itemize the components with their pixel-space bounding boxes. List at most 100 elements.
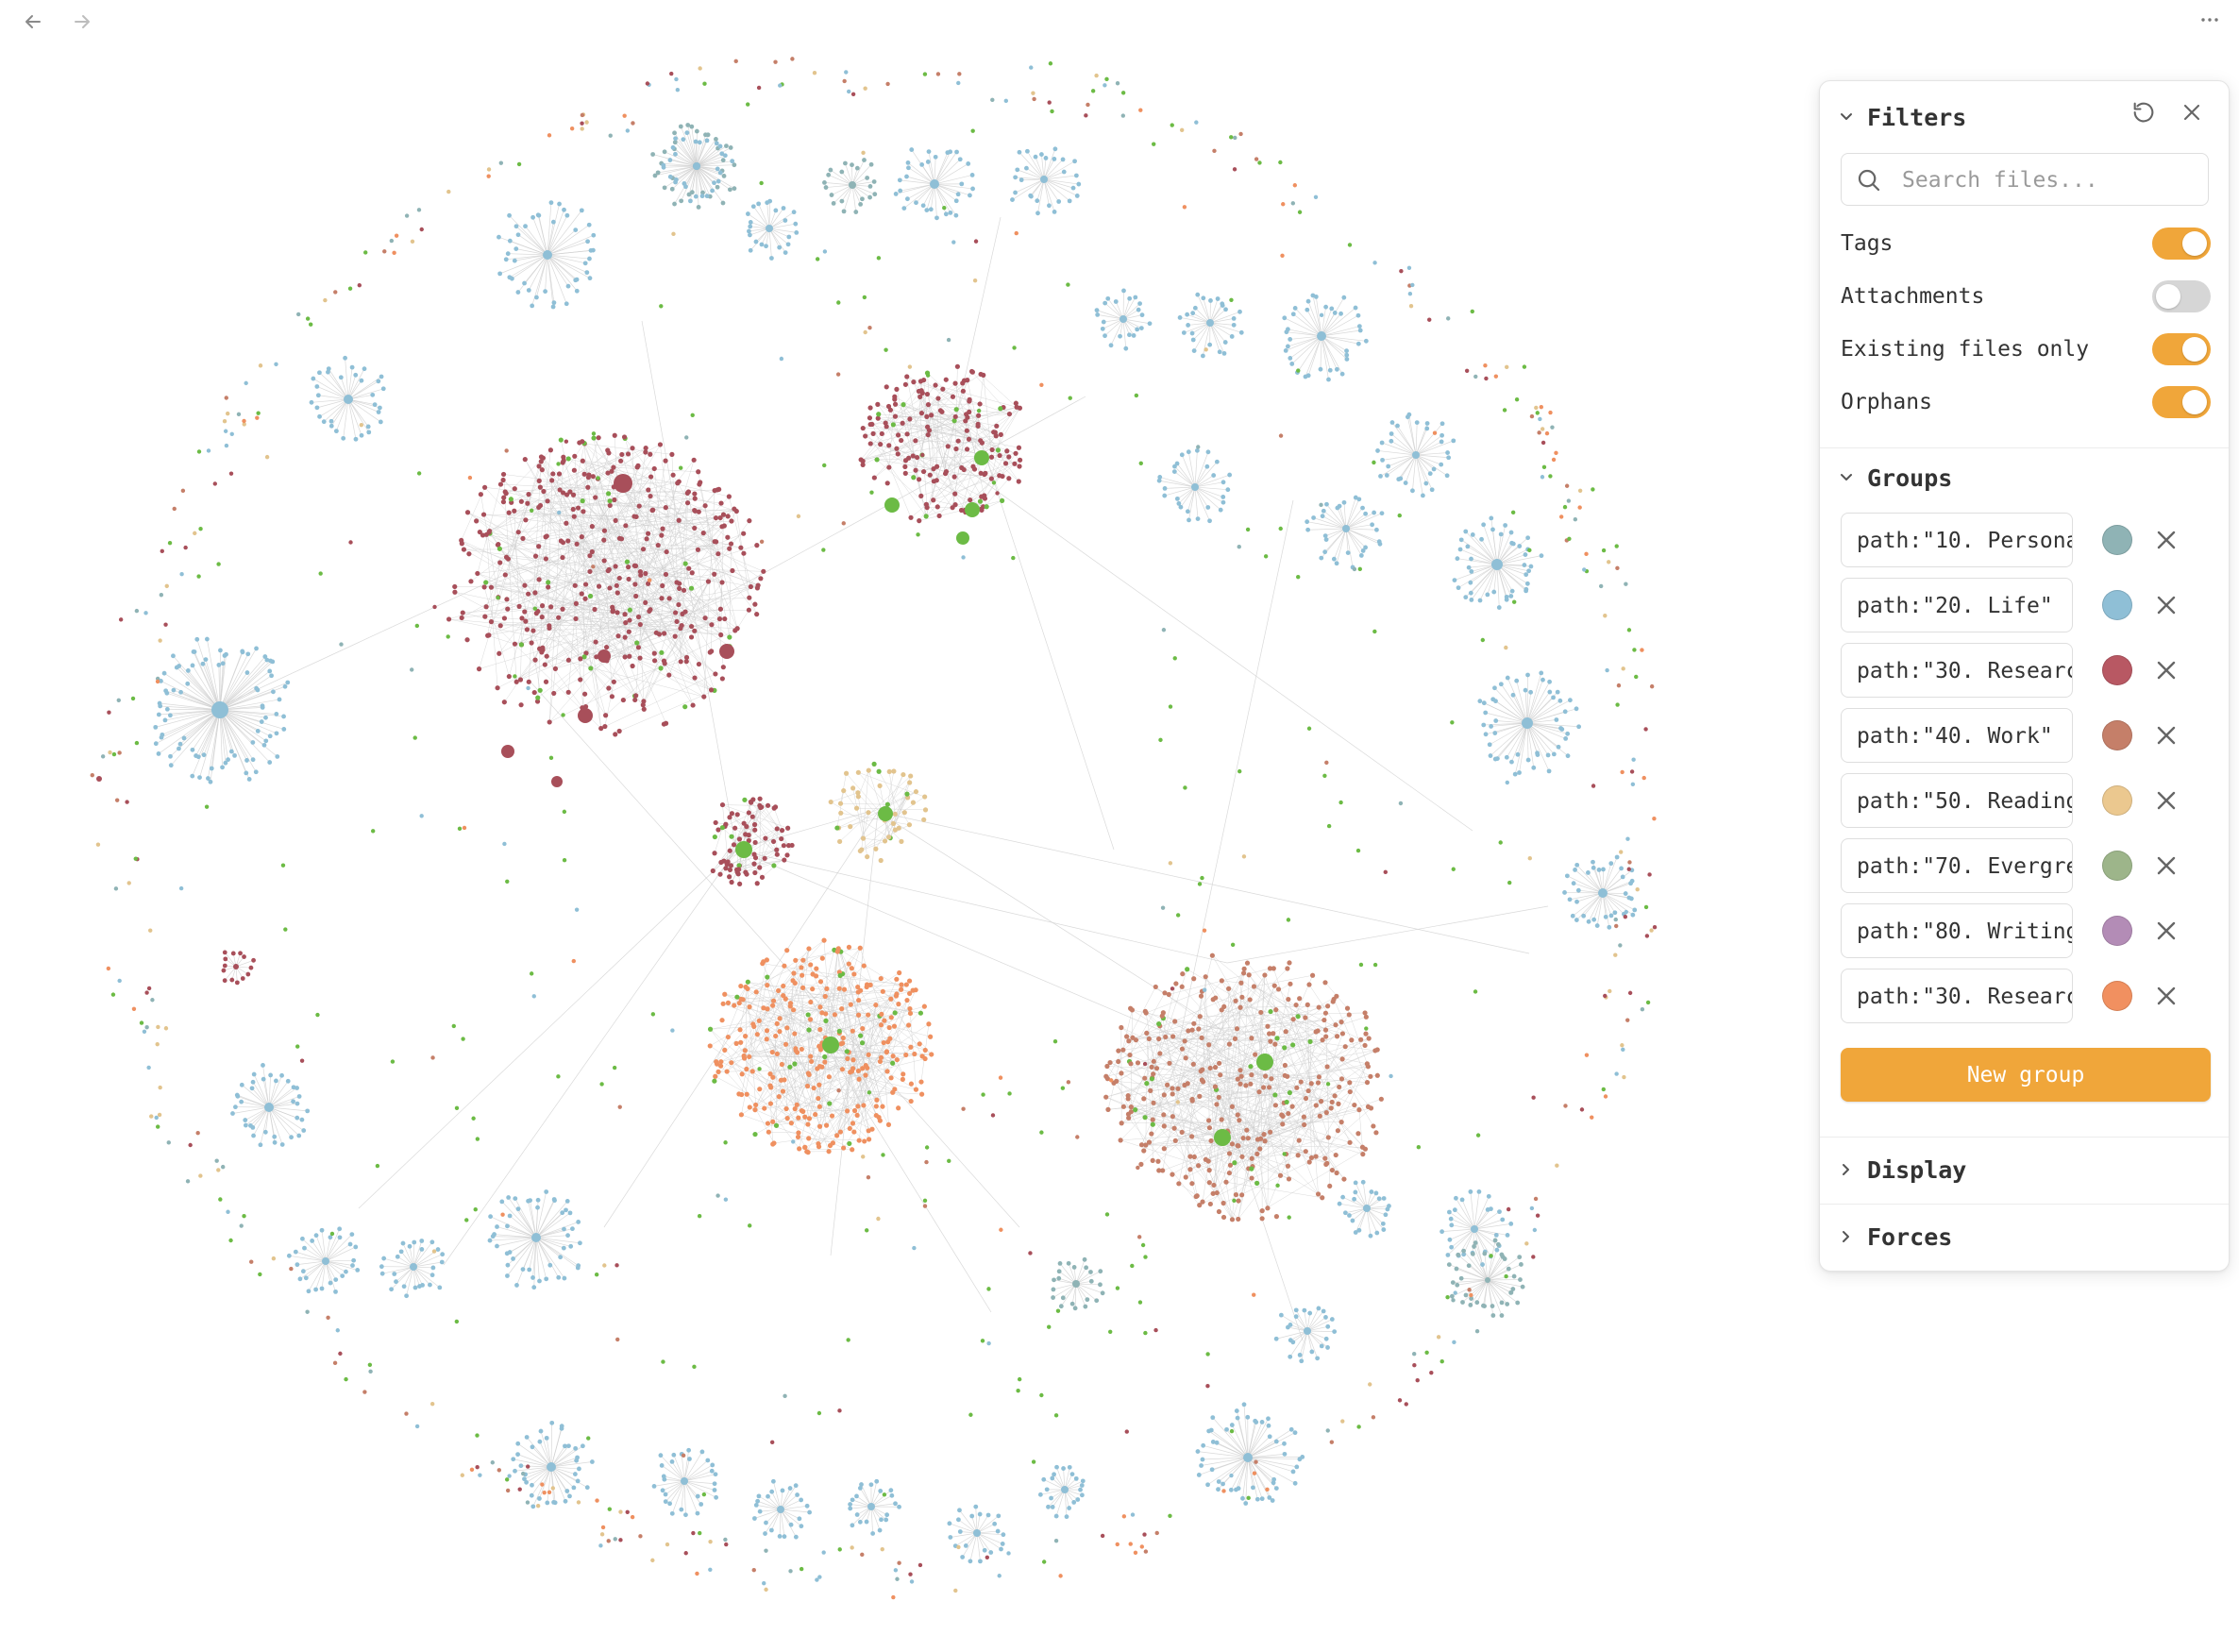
graph-node[interactable] — [1128, 1061, 1134, 1067]
graph-node[interactable] — [846, 944, 852, 950]
graph-node[interactable] — [1199, 1035, 1204, 1040]
graph-node[interactable] — [1214, 1129, 1231, 1146]
graph-node[interactable] — [1231, 322, 1237, 328]
graph-node[interactable] — [1329, 1167, 1335, 1173]
graph-node[interactable] — [1512, 771, 1518, 777]
graph-node[interactable] — [969, 1513, 975, 1519]
graph-node[interactable] — [538, 1428, 544, 1434]
graph-node[interactable] — [1324, 1064, 1330, 1070]
graph-node[interactable] — [1214, 1440, 1220, 1445]
graph-node[interactable] — [1179, 984, 1185, 989]
graph-node[interactable] — [1525, 672, 1530, 678]
graph-node[interactable] — [190, 773, 195, 779]
graph-node[interactable] — [1363, 1205, 1371, 1212]
graph-node[interactable] — [1237, 1081, 1243, 1087]
graph-node[interactable] — [732, 186, 737, 192]
graph-node[interactable] — [967, 398, 972, 404]
graph-node[interactable] — [662, 149, 667, 155]
graph-node[interactable] — [1546, 768, 1552, 774]
graph-node[interactable] — [275, 754, 280, 759]
graph-node[interactable] — [1341, 295, 1347, 300]
graph-node[interactable] — [561, 1245, 566, 1251]
graph-node[interactable] — [748, 247, 753, 253]
graph-node[interactable] — [497, 546, 502, 551]
graph-node[interactable] — [255, 729, 261, 733]
graph-node[interactable] — [913, 789, 919, 795]
graph-node[interactable] — [1424, 426, 1430, 431]
graph-node[interactable] — [530, 1444, 535, 1450]
graph-node[interactable] — [899, 838, 904, 844]
graph-node[interactable] — [663, 505, 668, 511]
graph-node[interactable] — [440, 1252, 446, 1257]
graph-node[interactable] — [1212, 1084, 1219, 1089]
graph-node[interactable] — [982, 1547, 987, 1553]
graph-node[interactable] — [643, 599, 648, 605]
graph-node[interactable] — [1307, 1310, 1313, 1316]
graph-node[interactable] — [513, 1196, 518, 1202]
graph-node[interactable] — [1449, 1222, 1455, 1228]
graph-node[interactable] — [1386, 464, 1391, 469]
graph-node[interactable] — [849, 966, 854, 971]
graph-node[interactable] — [1160, 1168, 1166, 1173]
graph-node[interactable] — [1066, 1260, 1071, 1266]
graph-node[interactable] — [1463, 529, 1469, 534]
graph-node[interactable] — [867, 1503, 875, 1510]
graph-node[interactable] — [859, 1482, 864, 1487]
graph-node[interactable] — [632, 697, 638, 703]
graph-node[interactable] — [1162, 486, 1168, 491]
graph-node[interactable] — [1500, 1217, 1506, 1222]
graph-node[interactable] — [1632, 907, 1638, 913]
graph-node[interactable] — [1221, 495, 1226, 499]
graph-node[interactable] — [669, 186, 675, 192]
graph-node[interactable] — [769, 1489, 775, 1494]
graph-node[interactable] — [1483, 732, 1489, 737]
graph-node[interactable] — [1189, 330, 1195, 336]
graph-node[interactable] — [268, 1072, 274, 1078]
graph-node[interactable] — [922, 794, 928, 800]
graph-node[interactable] — [1337, 1084, 1342, 1090]
graph-node[interactable] — [1262, 1138, 1268, 1144]
graph-node[interactable] — [1182, 1038, 1187, 1044]
graph-node[interactable] — [795, 1134, 801, 1140]
graph-node[interactable] — [1161, 1146, 1167, 1152]
graph-node[interactable] — [725, 534, 731, 540]
graph-node[interactable] — [222, 950, 227, 955]
graph-node[interactable] — [1229, 1217, 1236, 1222]
graph-node[interactable] — [647, 608, 652, 615]
graph-node[interactable] — [1368, 1073, 1373, 1079]
graph-node[interactable] — [539, 467, 545, 473]
graph-node[interactable] — [269, 673, 274, 679]
graph-node[interactable] — [739, 1071, 745, 1077]
graph-node[interactable] — [243, 1122, 248, 1128]
graph-node[interactable] — [740, 997, 746, 1003]
graph-node[interactable] — [866, 810, 871, 816]
graph-node[interactable] — [305, 1108, 311, 1114]
graph-node[interactable] — [937, 408, 944, 413]
graph-node[interactable] — [295, 1262, 300, 1268]
graph-node[interactable] — [389, 1287, 395, 1292]
graph-node[interactable] — [836, 986, 842, 991]
graph-node[interactable] — [223, 760, 228, 766]
graph-node[interactable] — [1246, 972, 1252, 978]
graph-node[interactable] — [1129, 1007, 1136, 1013]
graph-node[interactable] — [446, 616, 452, 622]
graph-node[interactable] — [1317, 1113, 1322, 1119]
graph-node[interactable] — [512, 258, 517, 263]
graph-node[interactable] — [709, 649, 715, 654]
graph-node[interactable] — [1143, 1142, 1149, 1148]
graph-node[interactable] — [1262, 972, 1268, 978]
graph-node[interactable] — [1174, 496, 1180, 501]
graph-node[interactable] — [900, 1076, 905, 1082]
graph-node[interactable] — [927, 472, 933, 478]
graph-node[interactable] — [587, 593, 594, 599]
graph-node[interactable] — [1233, 998, 1238, 1003]
graph-node[interactable] — [764, 957, 770, 963]
graph-node[interactable] — [1209, 952, 1215, 958]
graph-node[interactable] — [1288, 981, 1293, 986]
graph-node[interactable] — [1217, 349, 1222, 355]
graph-node[interactable] — [930, 179, 939, 189]
graph-node[interactable] — [693, 139, 699, 144]
graph-node[interactable] — [435, 1247, 441, 1252]
graph-node[interactable] — [637, 569, 644, 575]
graph-node[interactable] — [565, 456, 571, 462]
